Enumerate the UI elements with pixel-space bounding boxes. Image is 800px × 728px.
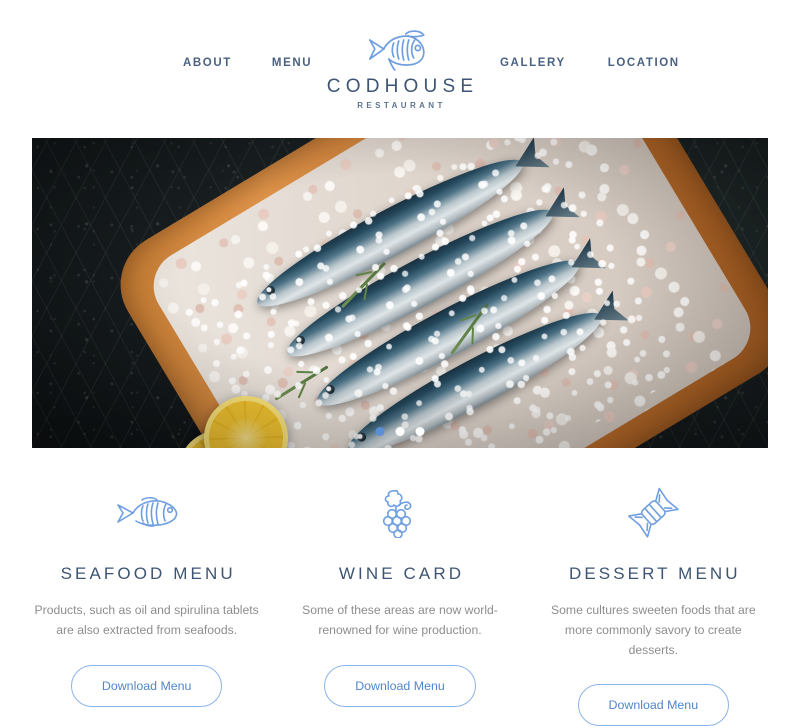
fish-eye-icon <box>294 334 307 347</box>
fish-eye-icon <box>324 383 337 396</box>
site-header: ABOUT MENU CODHOUSE RESTAURANT GALLERY L… <box>0 0 800 138</box>
carousel-dot-3[interactable] <box>415 427 425 436</box>
grapes-icon <box>377 489 423 538</box>
feature-title: DESSERT MENU <box>568 564 741 583</box>
nav-item-gallery[interactable]: GALLERY <box>500 57 566 69</box>
carousel-dots <box>375 427 425 436</box>
carousel-dot-1[interactable] <box>375 427 385 436</box>
nav-item-location[interactable]: LOCATION <box>608 57 680 69</box>
download-menu-button[interactable]: Download Menu <box>577 684 730 727</box>
primary-nav-left: ABOUT MENU <box>183 57 312 69</box>
hero-image <box>32 138 768 448</box>
hero-carousel <box>32 138 768 448</box>
carousel-dot-2[interactable] <box>395 427 405 436</box>
feature-description: Some cultures sweeten foods that are mor… <box>551 603 756 657</box>
brand-subtitle: RESTAURANT <box>357 101 446 110</box>
feature-title: WINE CARD <box>338 564 465 583</box>
fish-icon <box>109 490 185 536</box>
feature-description: Products, such as oil and spirulina tabl… <box>34 603 259 637</box>
brand-name: CODHOUSE <box>326 76 479 97</box>
feature-title: SEAFOOD MENU <box>60 564 236 583</box>
download-menu-button[interactable]: Download Menu <box>70 664 223 707</box>
primary-nav-right: GALLERY LOCATION <box>500 57 680 69</box>
feature-card-dessert-menu: DESSERT MENU Some cultures sweeten foods… <box>527 487 780 727</box>
fish-logo-icon <box>369 30 425 71</box>
candy-icon <box>626 487 680 538</box>
nav-item-menu[interactable]: MENU <box>272 57 312 69</box>
feature-section: SEAFOOD MENU Products, such as oil and s… <box>0 448 800 727</box>
feature-card-wine-card: WINE CARD Some of these areas are now wo… <box>273 489 526 726</box>
feature-description: Some of these areas are now world-renown… <box>302 603 498 637</box>
nav-item-about[interactable]: ABOUT <box>183 57 232 69</box>
feature-card-seafood-menu: SEAFOOD MENU Products, such as oil and s… <box>20 490 273 726</box>
fish-eye-icon <box>264 284 277 297</box>
download-menu-button[interactable]: Download Menu <box>324 664 476 707</box>
fish-eye-icon <box>355 430 368 444</box>
brand-logo[interactable]: CODHOUSE RESTAURANT <box>322 26 478 110</box>
